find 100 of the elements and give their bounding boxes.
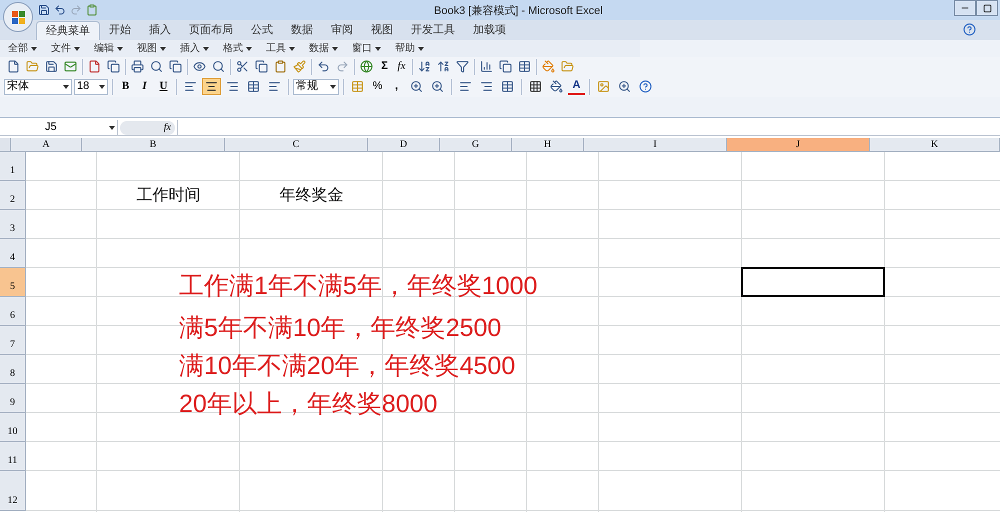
window-title: Book3 [兼容模式] - Microsoft Excel: [434, 4, 603, 19]
sort-descending-icon: [437, 60, 450, 73]
office-button[interactable]: [3, 2, 33, 32]
italic-button[interactable]: I: [136, 78, 153, 95]
note-text: 满5年不满10年，年终奖2500: [179, 313, 502, 343]
help-icon: [639, 80, 652, 93]
percent-button[interactable]: %: [369, 78, 386, 95]
column-header[interactable]: G: [440, 138, 512, 152]
cell-text: 工作时间: [136, 186, 200, 206]
caret-icon: [289, 46, 295, 50]
ribbon-tab[interactable]: 加载项: [464, 21, 515, 40]
caret-icon: [63, 84, 69, 88]
note-text: 20年以上，年终奖8000: [179, 389, 438, 419]
ribbon-tab[interactable]: 视图: [362, 21, 402, 40]
fill-color-icon: [550, 80, 563, 93]
row-header[interactable]: 8: [0, 355, 26, 384]
new-file-icon: [7, 60, 20, 73]
ribbon-tab[interactable]: 页面布局: [180, 21, 242, 40]
column-header[interactable]: A: [11, 138, 82, 152]
ribbon-tab[interactable]: 开始: [100, 21, 140, 40]
row-header[interactable]: 2: [0, 181, 26, 210]
caret-icon: [330, 84, 336, 88]
save-icon[interactable]: [38, 4, 50, 16]
underline-button[interactable]: U: [155, 78, 172, 95]
table-icon: [518, 60, 531, 73]
sort-ascending-icon: [418, 60, 431, 73]
ribbon-tab[interactable]: 审阅: [322, 21, 362, 40]
menu-item[interactable]: 文件: [45, 41, 88, 56]
hyperlink-icon: [360, 60, 373, 73]
menu-item[interactable]: 帮助: [389, 41, 432, 56]
chart-icon: [480, 60, 493, 73]
font-size-field[interactable]: 18: [74, 78, 108, 94]
caret-icon: [418, 46, 424, 50]
menu-item[interactable]: 工具: [260, 41, 303, 56]
cell-text: 年终奖金: [280, 186, 344, 206]
font-field[interactable]: 宋体: [4, 78, 72, 94]
column-header[interactable]: I: [584, 138, 727, 152]
open-icon: [26, 60, 39, 73]
menu-item[interactable]: 格式: [217, 41, 260, 56]
copy-icon: [255, 60, 268, 73]
column-header[interactable]: J: [727, 138, 870, 152]
folder-icon: [561, 60, 574, 73]
ribbon-tab[interactable]: 公式: [242, 21, 282, 40]
caret-icon: [246, 46, 252, 50]
row-header[interactable]: 5: [0, 268, 26, 297]
column-header[interactable]: B: [82, 138, 225, 152]
bold-button[interactable]: B: [117, 78, 134, 95]
name-box[interactable]: J5: [0, 120, 118, 135]
column-header[interactable]: H: [512, 138, 584, 152]
paste-icon: [274, 60, 287, 73]
caret-icon: [117, 46, 123, 50]
number-format-field[interactable]: 常规: [293, 78, 339, 94]
ribbon-tab[interactable]: 插入: [140, 21, 180, 40]
ribbon-tab[interactable]: 开发工具: [402, 21, 464, 40]
maximize-button[interactable]: [976, 0, 998, 16]
caret-icon: [160, 46, 166, 50]
caret-icon: [375, 46, 381, 50]
selected-cell[interactable]: [741, 267, 885, 297]
ribbon-tab[interactable]: 数据: [282, 21, 322, 40]
menu-item[interactable]: 插入: [174, 41, 217, 56]
column-header[interactable]: D: [368, 138, 440, 152]
zoom-icon: [618, 80, 631, 93]
row-header[interactable]: 12: [0, 471, 26, 511]
align-center-button[interactable]: [202, 78, 221, 95]
row-header[interactable]: 7: [0, 326, 26, 355]
cell-reference: J5: [45, 120, 57, 136]
row-header[interactable]: 10: [0, 413, 26, 442]
print-preview-icon: [150, 60, 163, 73]
caret-icon: [74, 46, 80, 50]
row-header[interactable]: 6: [0, 297, 26, 326]
clipboard-icon[interactable]: [86, 4, 98, 16]
insert-function-label[interactable]: fx: [164, 120, 171, 135]
save-icon: [45, 60, 58, 73]
row-header[interactable]: 1: [0, 152, 26, 181]
column-header[interactable]: K: [870, 138, 1000, 152]
number-format-value: 常规: [296, 79, 318, 94]
menu-item[interactable]: 编辑: [88, 41, 131, 56]
menu-item[interactable]: 窗口: [346, 41, 389, 56]
row-header[interactable]: 3: [0, 210, 26, 239]
row-header[interactable]: 4: [0, 239, 26, 268]
align-left-icon: [184, 80, 197, 93]
mail-icon: [64, 60, 77, 73]
print-icon: [131, 60, 144, 73]
row-header[interactable]: 9: [0, 384, 26, 413]
menu-item[interactable]: 数据: [303, 41, 346, 56]
undo-icon[interactable]: [54, 4, 66, 16]
help-icon[interactable]: [963, 23, 976, 36]
picture-icon: [597, 80, 610, 93]
format-painter-icon: [293, 60, 306, 73]
function-button[interactable]: fx: [393, 58, 410, 75]
menu-item[interactable]: 全部: [2, 41, 45, 56]
cut-icon: [236, 60, 249, 73]
autosum-button[interactable]: Σ: [376, 58, 393, 75]
caret-icon: [332, 46, 338, 50]
comma-button[interactable]: ,: [388, 78, 405, 95]
row-header[interactable]: 11: [0, 442, 26, 471]
ribbon-tab[interactable]: 经典菜单: [36, 21, 100, 40]
font-color-button[interactable]: A: [568, 78, 585, 95]
column-header[interactable]: C: [225, 138, 368, 152]
menu-item[interactable]: 视图: [131, 41, 174, 56]
